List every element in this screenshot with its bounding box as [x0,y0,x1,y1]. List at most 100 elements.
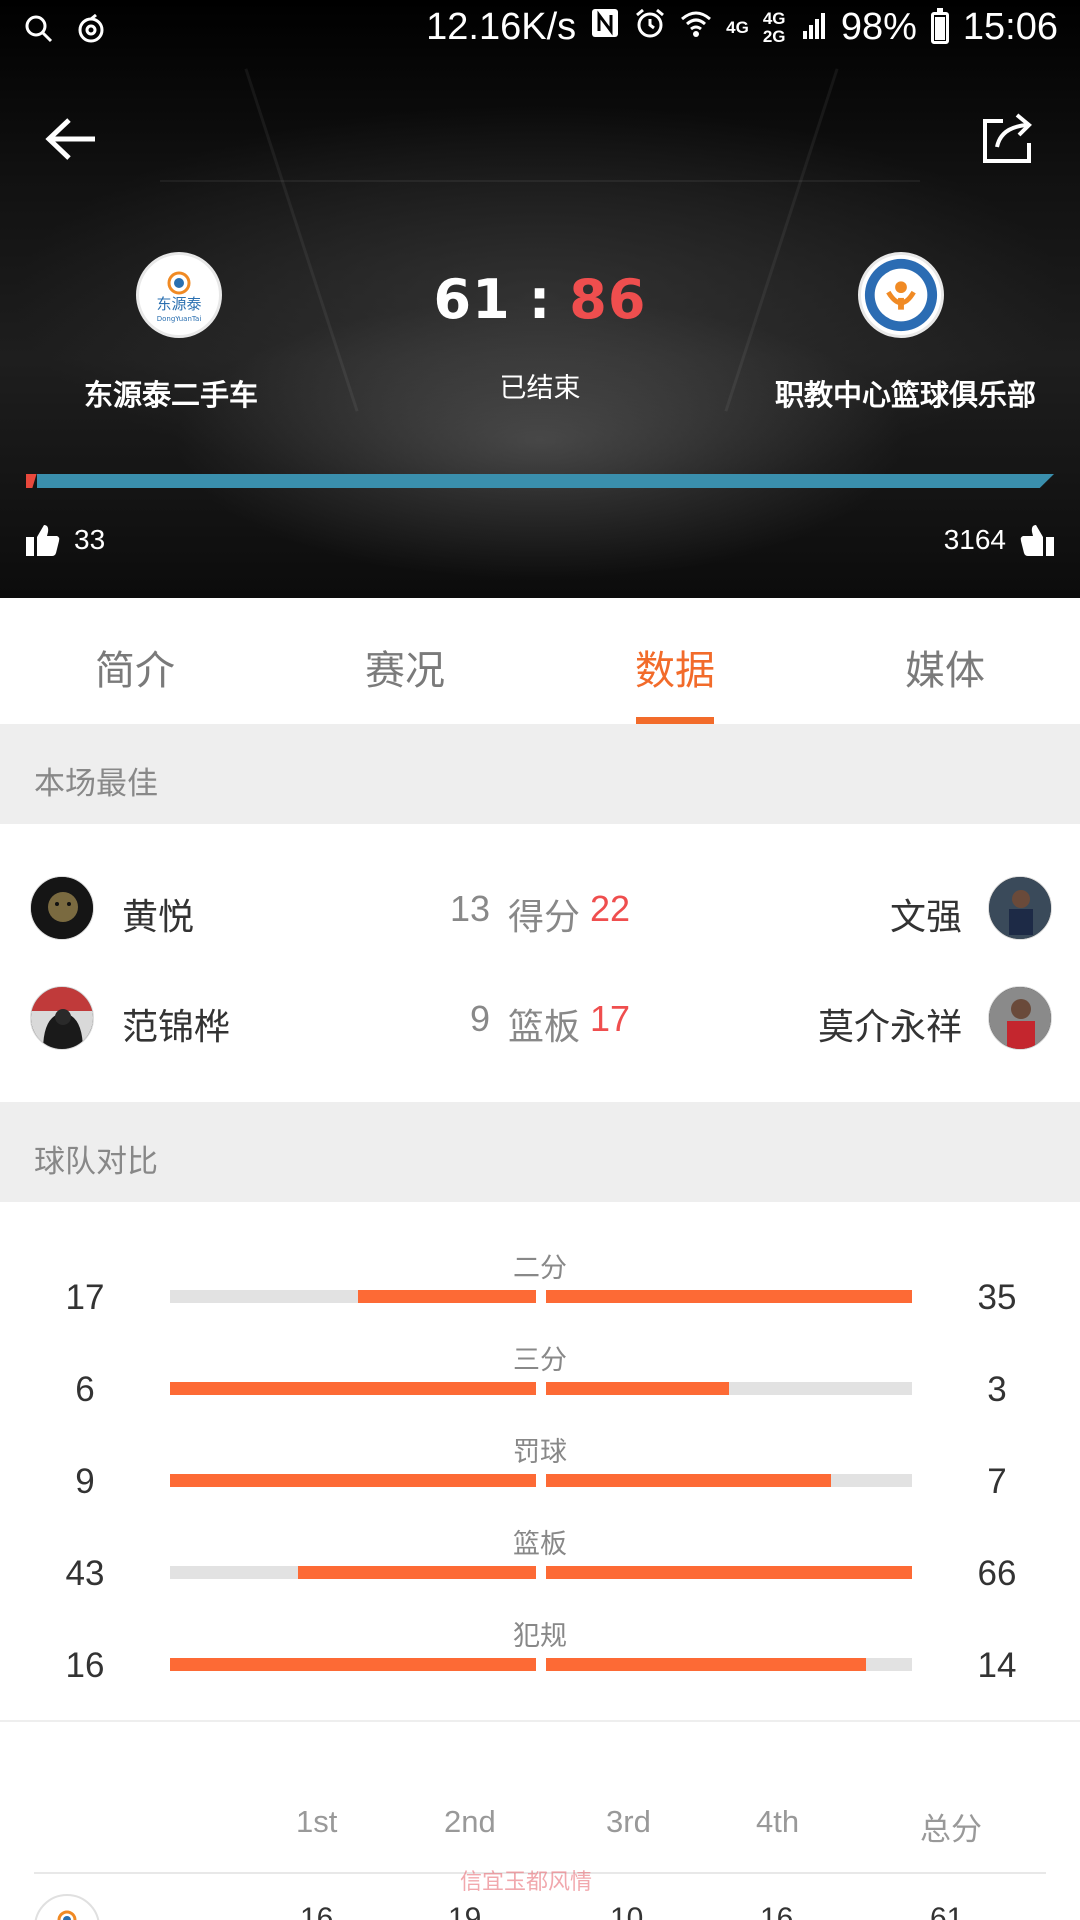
quarter-header: 4th [756,1804,800,1839]
quarter-scores: 1st 2nd 3rd 4th 总分 信宜玉都风情 16 19 10 16 61 [0,1722,1080,1920]
best-players-header: 本场最佳 [0,724,1080,824]
best-player-row: 黄悦 13 得分 22 文强 [0,876,1080,956]
away-player-name[interactable]: 文强 [890,888,962,940]
away-compare-fill [546,1566,912,1579]
home-compare-value: 16 [65,1646,105,1685]
home-support-fill [26,474,37,488]
home-compare-bar [170,1566,536,1579]
total-score: 61 [930,1902,964,1920]
away-compare-fill [546,1474,831,1487]
home-player-value: 9 [469,998,490,1039]
quarter-header: 3rd [606,1804,651,1839]
battery-icon [930,7,949,44]
away-player-avatar[interactable] [988,986,1052,1050]
home-compare-fill [170,1474,536,1487]
away-compare-value: 66 [977,1554,1017,1593]
tab-data[interactable]: 数据 [540,598,810,724]
tab-intro[interactable]: 简介 [0,598,270,724]
away-player-avatar[interactable] [988,876,1052,940]
home-player-name[interactable]: 范锦桦 [122,998,230,1050]
compare-label: 三分 [513,1345,567,1375]
quarter-score: 16 [760,1902,794,1920]
away-compare-value: 35 [977,1278,1017,1317]
compare-label: 犯规 [513,1621,567,1651]
away-compare-fill [546,1658,866,1671]
signal-icon [802,6,827,49]
search-icon [24,14,54,49]
away-compare-value: 3 [987,1370,1007,1409]
quarter-score: 16 [300,1902,334,1920]
home-compare-value: 9 [75,1462,95,1501]
match-status: 已结束 [499,373,581,403]
home-compare-value: 6 [75,1370,95,1409]
netease-icon [76,13,106,49]
home-like-count: 33 [74,524,106,555]
home-compare-fill [298,1566,536,1579]
home-score: 61 [433,268,511,331]
arena-decor [244,68,359,412]
tab-bar: 简介 赛况 数据 媒体 [0,598,1080,724]
status-bar: 12.16K/s 4G 4G 2G 98% 15:06 [0,0,1080,64]
away-compare-value: 7 [987,1462,1007,1501]
compare-label: 篮板 [513,1529,567,1559]
away-compare-bar [546,1382,912,1395]
away-compare-fill [546,1290,912,1303]
home-compare-fill [358,1290,536,1303]
home-compare-bar [170,1474,536,1487]
home-player-name[interactable]: 黄悦 [122,888,194,940]
network-4g-2g: 4G 2G [762,8,786,46]
clock: 15:06 [962,6,1058,48]
score-separator: : [528,268,552,331]
support-bar [26,474,1054,488]
away-support-fill [36,474,1054,488]
tab-media[interactable]: 媒体 [810,598,1080,724]
share-icon [983,113,1032,163]
thumbs-up-icon [1020,525,1054,556]
stat-label: 篮板 [508,1006,581,1047]
arena-decor [160,180,920,182]
back-button[interactable] [36,104,106,174]
arena-decor [724,68,839,412]
compare-label: 罚球 [513,1437,567,1467]
share-button[interactable] [974,104,1044,174]
quarter-header: 1st [296,1804,338,1839]
away-like-count: 3164 [943,524,1006,555]
thumbs-up-icon [26,525,60,556]
away-player-value: 17 [590,998,631,1039]
home-like-button[interactable]: 33 [26,524,105,556]
away-compare-bar [546,1566,912,1579]
home-player-avatar[interactable] [30,876,94,940]
match-header: 12.16K/s 4G 4G 2G 98% 15:06 东源泰 DongYuan… [0,0,1080,598]
away-compare-fill [546,1382,729,1395]
home-player-avatar[interactable] [30,986,94,1050]
away-score: 86 [569,268,647,331]
arrow-left-icon [45,118,95,160]
home-compare-value: 43 [65,1554,105,1593]
battery-percent: 98% [840,6,917,48]
total-header: 总分 [920,1812,982,1847]
nfc-icon [590,6,620,49]
home-compare-value: 17 [65,1278,105,1317]
home-compare-bar [170,1658,536,1671]
tab-live[interactable]: 赛况 [270,598,540,724]
home-compare-bar [170,1382,536,1395]
away-compare-bar [546,1290,912,1303]
compare-label: 二分 [513,1253,567,1283]
alarm-icon [634,6,666,49]
network-speed: 12.16K/s [426,6,577,48]
stat-label: 得分 [508,896,581,937]
away-player-name[interactable]: 莫介永祥 [818,998,962,1050]
away-compare-bar [546,1474,912,1487]
quarter-header: 2nd [444,1804,496,1839]
score: 61:86 [0,268,1080,331]
away-like-button[interactable]: 3164 [944,524,1054,556]
wifi-icon [680,6,712,49]
home-compare-fill [170,1658,536,1671]
quarter-score: 19 [448,1902,482,1920]
quarter-score: 10 [610,1902,644,1920]
away-compare-value: 14 [977,1646,1017,1685]
away-player-value: 22 [590,888,631,929]
network-4g: 4G [726,17,749,37]
team-compare-header: 球队对比 [0,1102,1080,1202]
watermark-text: 信宜玉都风情 [460,1870,593,1895]
